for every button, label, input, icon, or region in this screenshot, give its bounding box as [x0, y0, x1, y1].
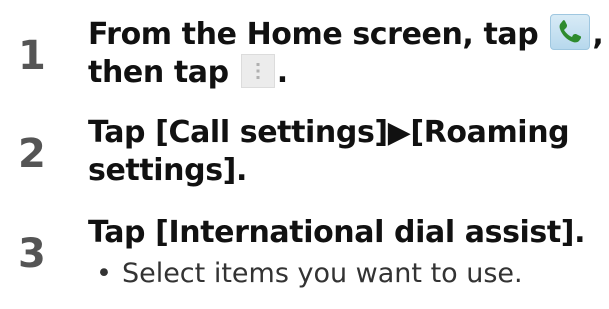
step-line: settings]. — [88, 153, 247, 188]
step-number: 2 — [18, 131, 46, 177]
step-text-segment: , — [592, 17, 604, 52]
bullet-text: Select items you want to use. — [121, 258, 523, 289]
step-text-segment: then tap — [88, 55, 239, 90]
bullet-dot: • — [96, 258, 112, 289]
step-text-segment: From the Home screen, tap — [88, 17, 549, 52]
bullet-item: • Select items you want to use. — [96, 258, 523, 290]
step-line: then tap . — [88, 54, 603, 92]
step-line: From the Home screen, tap , — [88, 14, 604, 54]
step-instruction: Tap [Call settings]▶[Roaming settings]. — [88, 114, 603, 190]
step-text-segment: . — [276, 55, 288, 90]
menu-icon — [240, 54, 275, 88]
step-number: 1 — [18, 33, 46, 79]
step-instruction: Tap [International dial assist]. — [88, 215, 586, 250]
step-line: Tap [Call settings]▶[Roaming — [88, 115, 570, 150]
step-number: 3 — [18, 231, 46, 277]
phone-icon — [550, 14, 591, 50]
step-instruction: From the Home screen, tap , then tap . — [88, 14, 604, 92]
